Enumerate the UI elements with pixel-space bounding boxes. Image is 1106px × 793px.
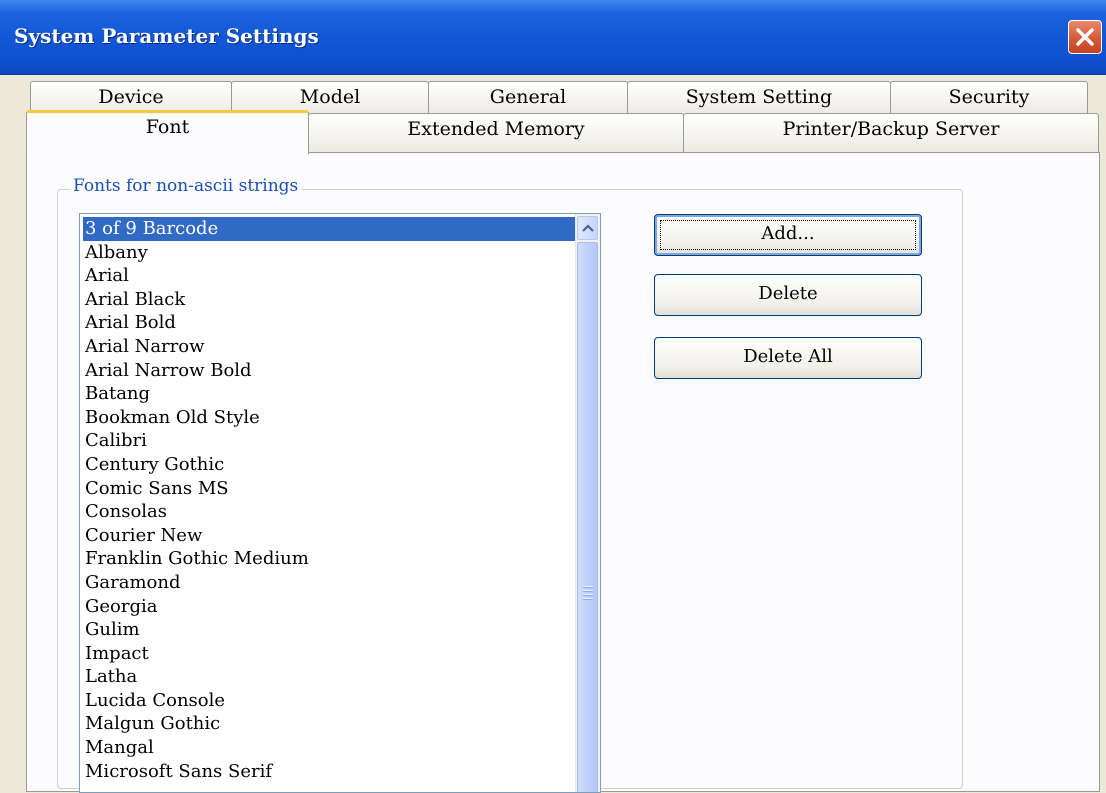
font-list-item[interactable]: Microsoft Sans Serif [83,760,575,784]
font-list-item[interactable]: Arial [83,264,575,288]
font-list-item[interactable]: Malgun Gothic [83,712,575,736]
font-list-item[interactable]: Arial Narrow Bold [83,359,575,383]
tab-label: General [489,86,567,108]
add-button-label: Add... [761,223,815,244]
close-button[interactable] [1068,20,1102,54]
scroll-thumb[interactable] [577,242,598,792]
tab-system-setting[interactable]: System Setting [627,81,891,115]
font-list-item[interactable]: Mangal [83,736,575,760]
delete-all-button[interactable]: Delete All [654,337,922,379]
tab-label: Font [145,116,190,138]
tab-label: Extended Memory [407,118,585,140]
window-title: System Parameter Settings [14,24,319,48]
font-list-item[interactable]: Bookman Old Style [83,406,575,430]
delete-button-label: Delete [758,283,818,304]
vertical-scrollbar[interactable] [575,214,600,792]
add-button[interactable]: Add... [654,214,922,256]
tab-label: Printer/Backup Server [782,118,1000,140]
font-list-item[interactable]: Calibri [83,429,575,453]
fonts-group-label: Fonts for non-ascii strings [70,176,302,196]
font-list-item[interactable]: Arial Narrow [83,335,575,359]
title-bar[interactable]: System Parameter Settings [0,0,1106,75]
delete-button[interactable]: Delete [654,274,922,316]
font-list-item[interactable]: Franklin Gothic Medium [83,547,575,571]
tab-font[interactable]: Font [26,110,309,154]
font-list-items: 3 of 9 Barcode Albany Arial Arial Black Aria… [83,217,575,783]
font-listbox[interactable]: 3 of 9 Barcode Albany Arial Arial Black Aria… [79,213,601,793]
font-list-item[interactable]: Century Gothic [83,453,575,477]
scroll-up-button[interactable] [577,216,598,240]
font-list-item[interactable]: Impact [83,642,575,666]
tab-printer-backup-server[interactable]: Printer/Backup Server [683,113,1099,153]
font-list-item[interactable]: Georgia [83,595,575,619]
font-list-item[interactable]: Lucida Console [83,689,575,713]
font-list-item[interactable]: Albany [83,241,575,265]
tab-general[interactable]: General [428,81,628,115]
font-list-item[interactable]: 3 of 9 Barcode [83,217,575,241]
font-list-item[interactable]: Gulim [83,618,575,642]
delete-all-button-label: Delete All [743,346,833,367]
tab-extended-memory[interactable]: Extended Memory [308,113,684,153]
chevron-up-icon [582,224,594,232]
tab-security[interactable]: Security [890,81,1088,115]
font-list-item[interactable]: Comic Sans MS [83,477,575,501]
font-list-item[interactable]: Batang [83,382,575,406]
font-list-item[interactable]: Arial Bold [83,311,575,335]
font-list-item[interactable]: Consolas [83,500,575,524]
tab-label: Model [299,86,361,108]
close-icon [1076,28,1094,46]
font-list-item[interactable]: Latha [83,665,575,689]
font-list-item[interactable]: Garamond [83,571,575,595]
tab-label: Security [948,86,1030,108]
font-list-item[interactable]: Arial Black [83,288,575,312]
tab-label: System Setting [685,86,833,108]
grip-icon [583,586,593,602]
font-list-item[interactable]: Courier New [83,524,575,548]
tab-label: Device [98,86,164,108]
